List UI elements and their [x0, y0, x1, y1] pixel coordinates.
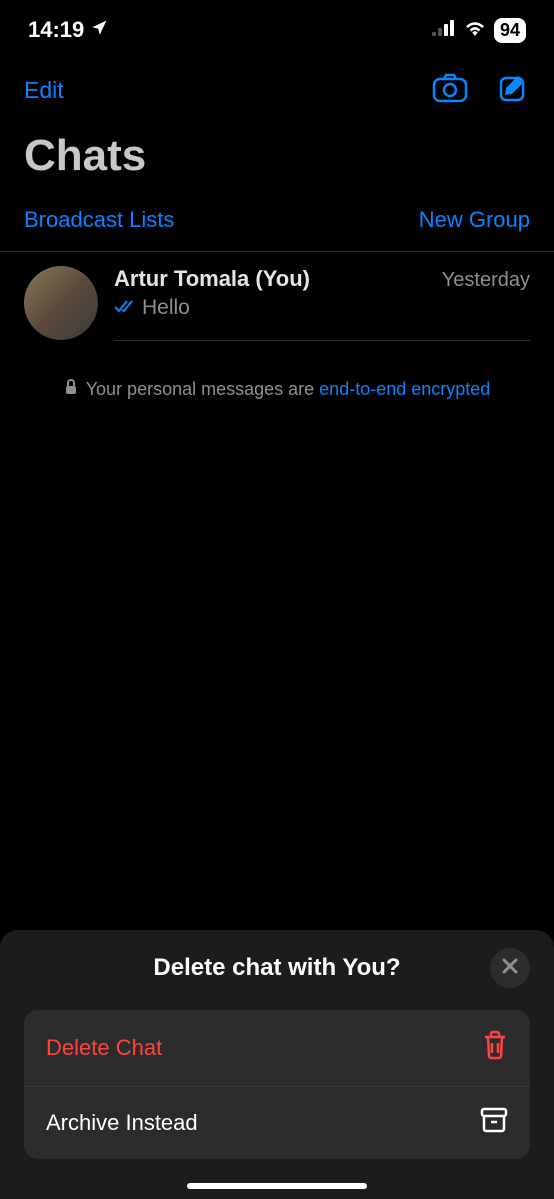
chat-preview-text: Hello	[142, 296, 190, 320]
broadcast-lists-link[interactable]: Broadcast Lists	[24, 207, 174, 233]
encryption-link[interactable]: end-to-end encrypted	[319, 379, 490, 399]
wifi-icon	[464, 20, 486, 41]
close-icon	[501, 957, 519, 980]
delete-chat-label: Delete Chat	[46, 1035, 162, 1061]
status-right: 94	[432, 18, 526, 43]
status-time: 14:19	[28, 17, 84, 43]
compose-icon[interactable]	[498, 72, 530, 109]
encryption-note: Your personal messages are end-to-end en…	[0, 355, 554, 424]
close-button[interactable]	[490, 948, 530, 988]
encryption-prefix: Your personal messages are	[86, 379, 319, 399]
archive-option[interactable]: Archive Instead	[24, 1086, 530, 1159]
page-title: Chats	[0, 119, 554, 189]
nav-icons	[432, 72, 530, 109]
status-bar: 14:19 94	[0, 0, 554, 54]
sheet-header: Delete chat with You?	[24, 954, 530, 982]
cellular-icon	[432, 20, 456, 41]
chat-preview: Hello	[114, 296, 530, 320]
archive-label: Archive Instead	[46, 1110, 198, 1136]
edit-button[interactable]: Edit	[24, 77, 64, 104]
sub-nav: Broadcast Lists New Group	[0, 189, 554, 252]
chat-time: Yesterday	[442, 269, 530, 292]
sheet-title: Delete chat with You?	[153, 954, 400, 982]
lock-icon	[64, 379, 78, 400]
avatar[interactable]	[24, 266, 98, 340]
read-receipt-icon	[114, 296, 136, 320]
new-group-link[interactable]: New Group	[419, 207, 530, 233]
chat-row[interactable]: Artur Tomala (You) Yesterday Hello	[0, 252, 554, 355]
delete-chat-option[interactable]: Delete Chat	[24, 1010, 530, 1086]
sheet-options: Delete Chat Archive Instead	[24, 1010, 530, 1159]
camera-icon[interactable]	[432, 73, 468, 108]
action-sheet: Delete chat with You? Delete Chat Archiv…	[0, 930, 554, 1199]
status-left: 14:19	[28, 17, 108, 43]
home-indicator[interactable]	[187, 1183, 367, 1189]
chat-content: Artur Tomala (You) Yesterday Hello	[114, 266, 530, 341]
trash-icon	[482, 1030, 508, 1066]
chat-name: Artur Tomala (You)	[114, 266, 310, 292]
battery-badge: 94	[494, 18, 526, 43]
nav-bar: Edit	[0, 54, 554, 119]
encryption-text: Your personal messages are end-to-end en…	[86, 379, 491, 400]
chat-header: Artur Tomala (You) Yesterday	[114, 266, 530, 292]
archive-icon	[480, 1107, 508, 1139]
location-icon	[90, 17, 108, 43]
